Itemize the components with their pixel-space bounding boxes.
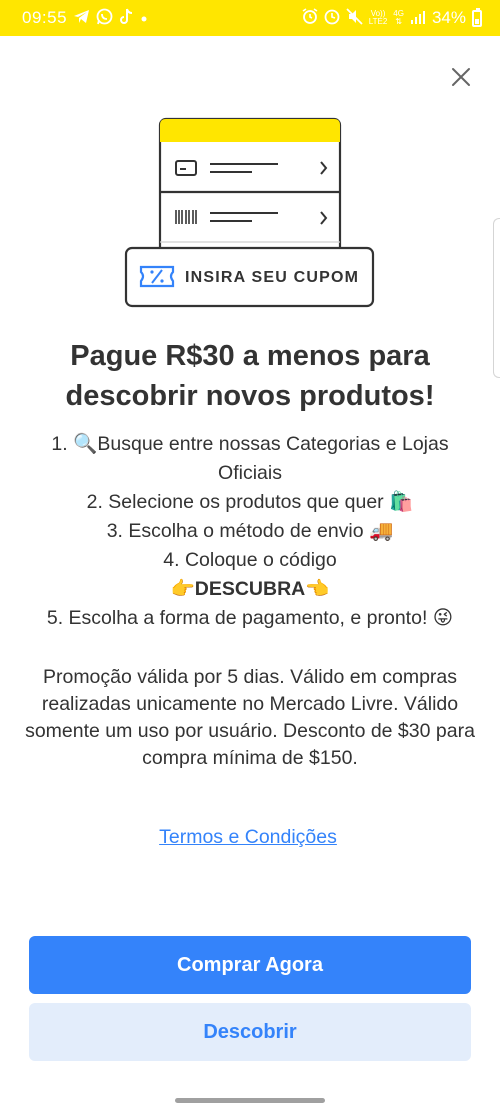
discover-button[interactable]: Descobrir xyxy=(29,1003,471,1061)
alarm-icon xyxy=(302,8,318,28)
clock-icon xyxy=(324,9,340,28)
coupon-label: INSIRA SEU CUPOM xyxy=(185,269,360,286)
telegram-icon xyxy=(73,9,90,27)
steps-list: 1. 🔍Busque entre nossas Categorias e Loj… xyxy=(24,430,476,633)
barcode-icon xyxy=(175,210,197,224)
tiktok-icon xyxy=(119,8,134,28)
step-2: 2. Selecione os produtos que quer 🛍️ xyxy=(86,491,414,513)
buy-now-button[interactable]: Comprar Agora xyxy=(29,936,471,994)
lte-label: LTE2 xyxy=(368,17,388,26)
battery-percent: 34% xyxy=(431,8,466,27)
step-3: 3. Escolha o método de envio 🚚 xyxy=(106,520,394,542)
dot-icon xyxy=(140,11,148,26)
step-4: 4. Coloque o código xyxy=(163,549,337,571)
home-indicator[interactable] xyxy=(175,1098,325,1103)
promo-terms-text: Promoção válida por 5 dias. Válido em co… xyxy=(25,666,475,769)
status-right: Vo)) LTE2 4G ⇅ 34% xyxy=(302,7,482,28)
status-time: 09:55 xyxy=(22,8,68,27)
volte-icon: Vo)) LTE2 xyxy=(369,10,388,26)
whatsapp-icon xyxy=(96,8,113,28)
terms-link-label[interactable]: Termos e Condições xyxy=(159,826,341,848)
data-arrows-icon: ⇅ xyxy=(395,17,402,26)
step-1: 1. 🔍Busque entre nossas Categorias e Loj… xyxy=(51,433,449,484)
close-icon xyxy=(452,68,470,86)
mute-icon xyxy=(346,8,363,28)
status-bar: 09:55 Vo)) LTE2 4G ⇅ 34% xyxy=(0,0,500,36)
battery-icon xyxy=(472,7,482,27)
step-5: 5. Escolha a forma de pagamento, e pront… xyxy=(46,607,454,629)
4g-icon: 4G ⇅ xyxy=(393,10,404,26)
status-left: 09:55 xyxy=(22,8,148,28)
close-button[interactable] xyxy=(447,63,475,91)
signal-icon xyxy=(410,10,426,27)
scroll-indicator[interactable] xyxy=(493,218,500,378)
coupon-code: 👉DESCUBRA👈 xyxy=(170,578,330,600)
coupon-illustration: INSIRA SEU CUPOM xyxy=(124,116,376,311)
terms-link[interactable]: Termos e Condições xyxy=(0,826,500,849)
page-title: Pague R$30 a menos para descobrir novos … xyxy=(65,340,435,412)
